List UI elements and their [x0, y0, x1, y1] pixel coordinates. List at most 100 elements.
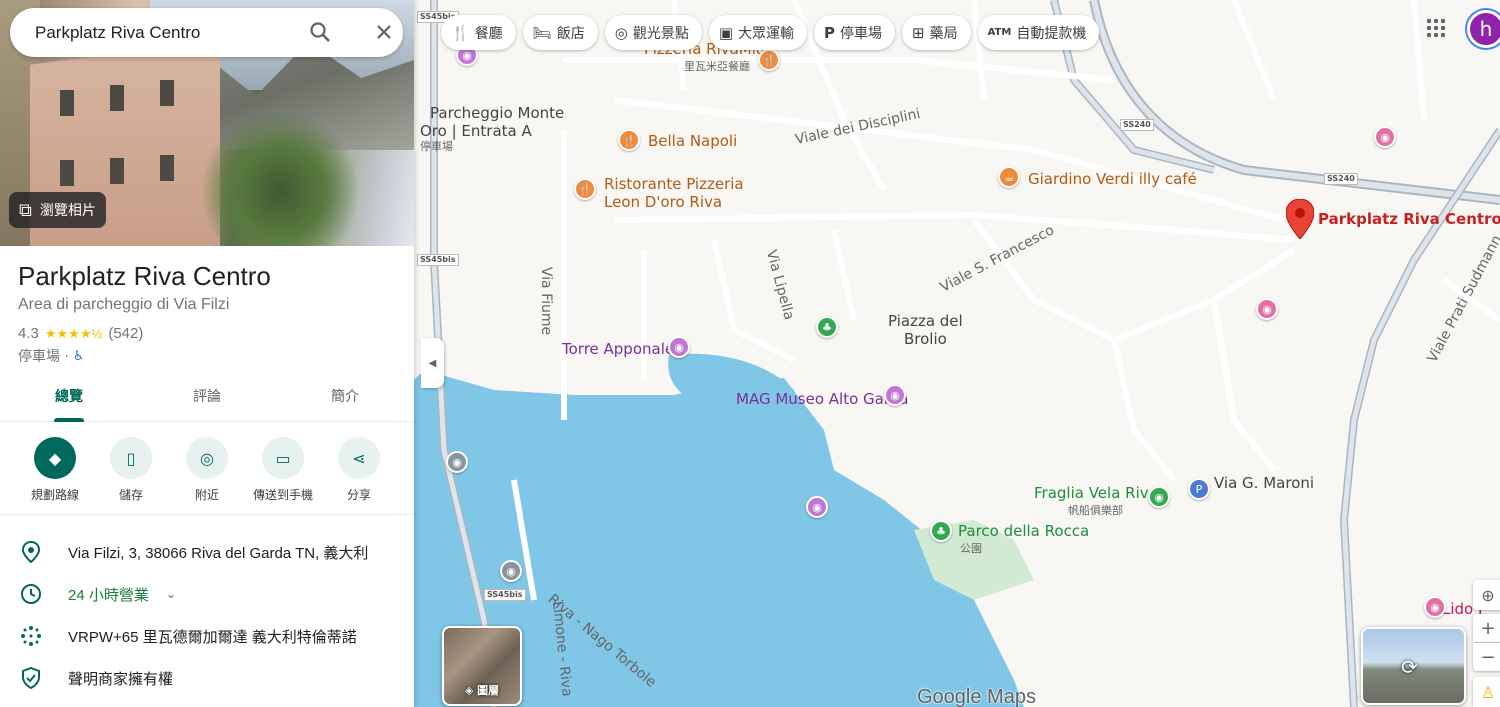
shopping-marker-icon[interactable]: ◉ [1424, 596, 1446, 618]
map-label-via-fiume: Via Fiume [538, 266, 555, 336]
view-photos-button[interactable]: ⧉ 瀏覽相片 [9, 192, 106, 228]
museum-marker-icon[interactable]: ◉ [884, 384, 906, 406]
zoom-out-button[interactable]: − [1473, 643, 1500, 671]
clock-icon [19, 582, 43, 606]
club-marker-icon[interactable]: ◉ [1148, 486, 1170, 508]
chip-atm[interactable]: ATM 自動提款機 [977, 15, 1100, 50]
bus-icon: ▣ [718, 23, 734, 42]
chevron-down-icon[interactable]: ⌄ [166, 587, 176, 601]
restaurant-marker-icon[interactable]: 🍴 [574, 178, 596, 200]
chip-label: 藥局 [929, 25, 958, 42]
map-label-bella-napoli[interactable]: Bella Napoli [648, 132, 737, 150]
place-category[interactable]: 停車場 · [18, 346, 69, 366]
map-label-fraglia-zh: 帆船俱樂部 [1068, 504, 1123, 517]
cafe-marker-icon[interactable]: ☕ [998, 166, 1020, 188]
park-marker-icon[interactable]: ♣ [816, 316, 838, 338]
send-to-phone-button[interactable]: ▭ 傳送到手機 [245, 437, 321, 514]
place-title: Parkplatz Riva Centro [18, 261, 271, 291]
hours-row[interactable]: 24 小時營業 ⌄ [0, 573, 414, 615]
rating-row: 4.3 ★★★★½ (542) [18, 325, 143, 342]
close-icon[interactable] [372, 20, 396, 44]
plus-code-row[interactable]: VRPW+65 里瓦德爾加爾達 義大利特倫蒂諾 [0, 615, 414, 657]
action-label: 附近 [194, 488, 219, 502]
chip-label: 停車場 [840, 25, 883, 42]
map-label-pin[interactable]: Parkplatz Riva Centro [1318, 210, 1500, 228]
map-label-mag-museo[interactable]: MAG Museo Alto Garda [736, 390, 908, 408]
directions-button[interactable]: ◆ 規劃路線 [17, 437, 93, 514]
apps-grid-icon[interactable] [1424, 16, 1448, 40]
map-canvas[interactable]: Pizzeria RivaMia 里瓦米亞餐廳 Parcheggio Monte… [414, 0, 1500, 707]
transit-marker-icon[interactable]: ◉ [500, 560, 522, 582]
search-input[interactable] [35, 22, 295, 43]
map-label-parco[interactable]: Parco della Rocca [958, 522, 1089, 540]
my-location-button[interactable]: ⊕ [1473, 580, 1500, 610]
attraction-marker-icon[interactable]: ◉ [806, 496, 828, 518]
chip-attractions[interactable]: ◎ 觀光景點 [604, 15, 702, 50]
map-label-piazza: Piazza del [888, 312, 963, 330]
photo-library-icon: ⧉ [19, 199, 32, 221]
shopping-marker-icon[interactable]: ◉ [1374, 126, 1396, 148]
chip-hotels[interactable]: 🛏 飯店 [522, 15, 598, 50]
restaurant-marker-icon[interactable]: 🍴 [758, 49, 780, 71]
directions-icon: ◆ [34, 437, 76, 479]
collapse-panel-button[interactable]: ◀ [421, 338, 444, 388]
layers-button[interactable]: ◈ 圖層 [442, 626, 522, 706]
layers-icon: ◈ [464, 684, 474, 697]
bookmark-icon: ▯ [110, 437, 152, 479]
street-view-thumbnail[interactable]: ⟳ [1361, 627, 1466, 705]
category-chips: 🍴 餐廳 🛏 飯店 ◎ 觀光景點 ▣ 大眾運輸 P 停車場 ⊞ 藥局 ATM 自動提款機 [441, 15, 1100, 50]
map-label-pizzeria-zh: 里瓦米亞餐廳 [684, 60, 750, 73]
road-shield: SS45bis [484, 589, 526, 601]
send-to-phone-icon: ▭ [262, 437, 304, 479]
map-label-fraglia[interactable]: Fraglia Vela Riva [1034, 484, 1158, 502]
map-label-giardino[interactable]: Giardino Verdi illy café [1028, 170, 1197, 188]
wheelchair-icon: ♿ [72, 348, 85, 364]
restaurant-marker-icon[interactable]: 🍴 [618, 129, 640, 151]
chip-restaurants[interactable]: 🍴 餐廳 [441, 15, 516, 50]
tab-about[interactable]: 簡介 [276, 377, 414, 421]
pegman-icon: ♙ [1480, 682, 1496, 702]
claim-business-row[interactable]: 聲明商家擁有權 [0, 657, 414, 699]
tab-reviews[interactable]: 評論 [138, 377, 276, 421]
plus-icon: + [1480, 617, 1496, 639]
map-label-parcheggio[interactable]: Parcheggio Monte [430, 104, 564, 122]
share-button[interactable]: ⋖ 分享 [321, 437, 397, 514]
map-label-parco-zh: 公園 [960, 542, 982, 555]
pegman-button[interactable]: ♙ [1473, 677, 1500, 707]
camera-icon: ◎ [614, 23, 628, 42]
place-subtitle: Area di parcheggio di Via Filzi [18, 296, 230, 313]
action-label: 傳送到手機 [252, 488, 313, 502]
map-label-ristorante[interactable]: Ristorante Pizzeria [604, 175, 744, 193]
attraction-marker-icon[interactable]: ◉ [668, 336, 690, 358]
review-count[interactable]: (542) [108, 325, 143, 342]
view-photos-label: 瀏覽相片 [39, 203, 96, 219]
search-icon[interactable] [308, 20, 332, 44]
fork-knife-icon: 🍴 [451, 23, 470, 42]
map-label-parcheggio-zh: 停車場 [420, 140, 453, 153]
zoom-in-button[interactable]: + [1473, 614, 1500, 642]
park-marker-icon[interactable]: ♣ [930, 520, 952, 542]
action-buttons: ◆ 規劃路線 ▯ 儲存 ◎ 附近 ▭ 傳送到手機 ⋖ 分享 [0, 437, 414, 515]
location-pin-icon[interactable] [1286, 199, 1314, 239]
chevron-left-icon: ◀ [428, 357, 437, 369]
place-panel: ⧉ 瀏覽相片 Parkplatz Riva Centro Area di par… [0, 0, 414, 707]
avatar[interactable]: h [1467, 10, 1500, 48]
chip-parking[interactable]: P 停車場 [814, 15, 896, 50]
viewpoint-marker-icon[interactable]: ◉ [446, 451, 468, 473]
hours-text: 24 小時營業 [68, 586, 149, 604]
crosshair-icon: ⊕ [1481, 585, 1495, 605]
road-shield: SS240 [1120, 119, 1154, 131]
chip-pharmacy[interactable]: ⊞ 藥局 [902, 15, 971, 50]
chip-transit[interactable]: ▣ 大眾運輸 [708, 15, 808, 50]
shopping-marker-icon[interactable]: ◉ [1256, 298, 1278, 320]
google-maps-logo: Google Maps [917, 686, 1036, 707]
map-label-torre[interactable]: Torre Apponale [562, 340, 674, 358]
nearby-button[interactable]: ◎ 附近 [169, 437, 245, 514]
claim-business-text: 聲明商家擁有權 [68, 670, 174, 688]
save-button[interactable]: ▯ 儲存 [93, 437, 169, 514]
parking-marker-icon[interactable]: P [1188, 478, 1210, 500]
tab-overview[interactable]: 總覽 [0, 377, 138, 422]
action-label: 儲存 [118, 488, 143, 502]
address-row[interactable]: Via Filzi, 3, 38066 Riva del Garda TN, 義… [0, 531, 414, 573]
location-pin-icon [19, 540, 43, 564]
